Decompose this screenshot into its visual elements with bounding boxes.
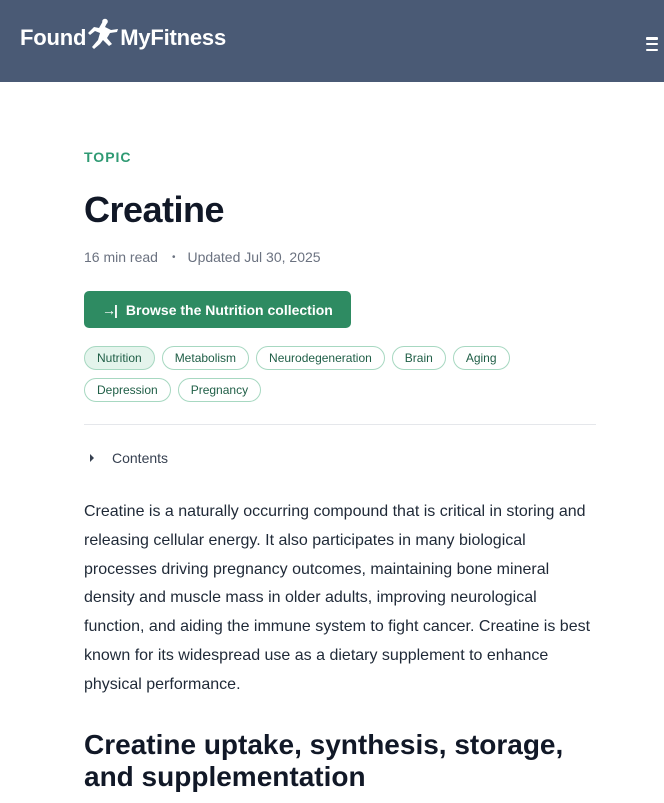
tag-aging[interactable]: Aging — [452, 346, 510, 370]
updated-date: Updated Jul 30, 2025 — [187, 249, 321, 265]
site-logo[interactable]: Found MyFitness — [20, 18, 226, 58]
tag-pregnancy[interactable]: Pregnancy — [177, 378, 262, 402]
contents-toggle[interactable]: Contents — [84, 450, 168, 466]
browse-collection-label: Browse the Nutrition collection — [125, 301, 333, 318]
tag-depression[interactable]: Depression — [84, 378, 171, 402]
divider — [84, 424, 596, 425]
logo-text-found: Found — [20, 25, 87, 50]
contents-label: Contents — [112, 450, 169, 466]
tag-neurodegeneration[interactable]: Neurodegeneration — [256, 346, 385, 370]
topic-eyebrow: TOPIC — [84, 149, 132, 165]
tag-nutrition[interactable]: Nutrition — [84, 346, 155, 370]
arrow-right-to-bar-icon: →| — [102, 301, 118, 318]
tag-metabolism[interactable]: Metabolism — [161, 346, 250, 370]
tag-brain[interactable]: Brain — [391, 346, 446, 370]
intro-paragraph: Creatine is a naturally occurring compou… — [84, 503, 591, 693]
runner-logo-icon — [88, 18, 119, 49]
article-meta: 16 min read • Updated Jul 30, 2025 — [84, 249, 321, 265]
caret-right-icon — [90, 454, 94, 462]
hamburger-icon[interactable] — [644, 36, 660, 52]
page-title: Creatine — [84, 189, 225, 230]
tag-list: Nutrition Metabolism Neurodegeneration B… — [84, 346, 596, 402]
meta-separator: • — [171, 251, 176, 263]
read-time: 16 min read — [84, 249, 158, 265]
browse-collection-button[interactable]: →| Browse the Nutrition collection — [84, 291, 351, 328]
section-heading: Creatine uptake, synthesis, storage, and… — [84, 729, 564, 792]
site-header: Found MyFitness — [0, 0, 664, 82]
logo-text-myfitness: MyFitness — [120, 25, 226, 50]
